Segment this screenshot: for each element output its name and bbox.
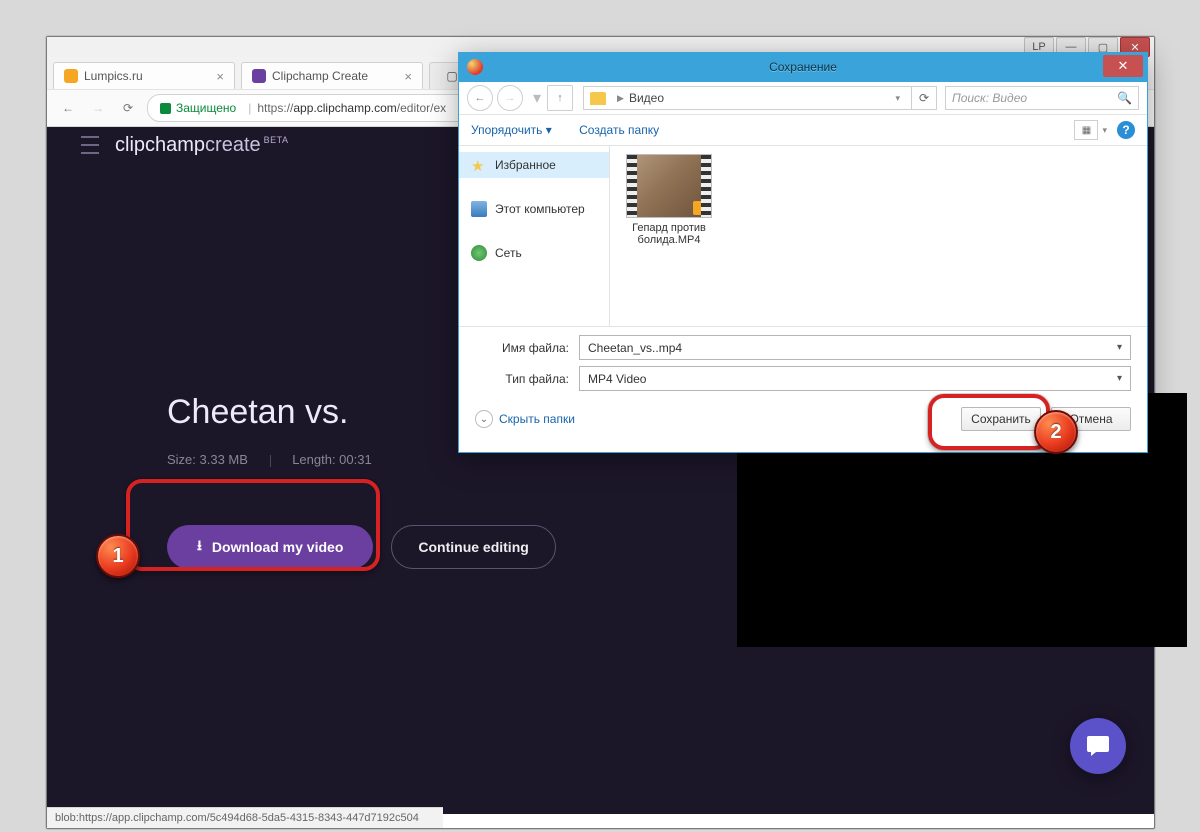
dialog-toolbar: Упорядочить ▾ Создать папку ▦ ▾ ? [459,115,1147,146]
refresh-button[interactable]: ⟳ [911,86,937,110]
tab-close-icon[interactable]: × [216,69,224,84]
play-badge-icon [693,201,709,215]
video-meta: Size: 3.33 MB Length: 00:31 [167,452,727,467]
organize-menu[interactable]: Упорядочить ▾ [471,123,552,137]
status-bar: blob:https://app.clipchamp.com/5c494d68-… [47,807,443,828]
clipchamp-logo: clipchampcreateBETA [115,134,288,157]
size-label: Size: 3.33 MB [167,452,248,467]
breadcrumb-bar[interactable]: ▶ Видео ▾ [583,86,912,110]
dialog-sidebar: ★Избранное Этот компьютер Сеть [459,146,610,326]
star-icon: ★ [471,157,487,173]
tab-lumpics[interactable]: Lumpics.ru × [53,62,235,89]
file-list[interactable]: Гепард против болида.MP4 [610,146,1147,326]
dialog-titlebar: Сохранение ✕ [459,52,1147,82]
filename-input[interactable]: Cheetan_vs..mp4▾ [579,335,1131,360]
annotation-highlight-2 [928,394,1050,450]
annotation-badge-2: 2 [1034,410,1078,454]
annotation-badge-1: 1 [96,534,140,578]
dialog-title: Сохранение [769,60,837,74]
video-thumb [626,154,712,218]
folder-icon [590,92,606,105]
save-dialog: Сохранение ✕ ← → ▾ ↑ ▶ Видео ▾ ⟳ Поиск: … [458,52,1148,453]
secure-label: Защищено [176,101,236,115]
sidebar-network[interactable]: Сеть [459,240,609,266]
filetype-label: Тип файла: [475,372,569,386]
meta-divider [270,455,271,467]
computer-icon [471,201,487,217]
favicon-icon [64,69,78,83]
sidebar-computer[interactable]: Этот компьютер [459,196,609,222]
hide-folders-toggle[interactable]: ⌄Скрыть папки [475,410,575,428]
favicon-icon [252,69,266,83]
dialog-close-button[interactable]: ✕ [1103,55,1143,77]
annotation-highlight-1 [126,479,380,571]
sidebar-favorites[interactable]: ★Избранное [459,152,609,178]
back-button[interactable]: ← [57,97,79,119]
file-item[interactable]: Гепард против болида.MP4 [622,154,716,246]
nav-back-button[interactable]: ← [467,85,493,111]
help-button[interactable]: ? [1117,121,1135,139]
nav-up-button[interactable]: ↑ [547,85,573,111]
dialog-nav: ← → ▾ ↑ ▶ Видео ▾ ⟳ Поиск: Видео 🔍 [459,82,1147,115]
new-folder-button[interactable]: Создать папку [579,123,659,137]
tab-close-icon[interactable]: × [404,69,412,84]
collapse-icon: ⌄ [475,410,493,428]
length-label: Length: 00:31 [292,452,372,467]
continue-editing-button[interactable]: Continue editing [391,525,555,569]
lock-icon [160,103,171,114]
filetype-select[interactable]: MP4 Video▾ [579,366,1131,391]
tab-label: Clipchamp Create [272,69,368,83]
intercom-launcher[interactable] [1070,718,1126,774]
search-input[interactable]: Поиск: Видео 🔍 [945,86,1139,110]
forward-button[interactable]: → [87,97,109,119]
filename-label: Имя файла: [475,341,569,355]
menu-icon[interactable] [81,136,99,154]
view-mode-button[interactable]: ▦ [1074,120,1098,140]
nav-forward-button[interactable]: → [497,85,523,111]
breadcrumb-label: Видео [629,91,664,105]
chat-icon [1084,732,1112,760]
tab-label: Lumpics.ru [84,69,143,83]
search-icon: 🔍 [1117,91,1132,105]
tab-clipchamp[interactable]: Clipchamp Create × [241,62,423,89]
network-icon [471,245,487,261]
reload-button[interactable]: ⟳ [117,97,139,119]
file-name: Гепард против болида.MP4 [622,222,716,246]
